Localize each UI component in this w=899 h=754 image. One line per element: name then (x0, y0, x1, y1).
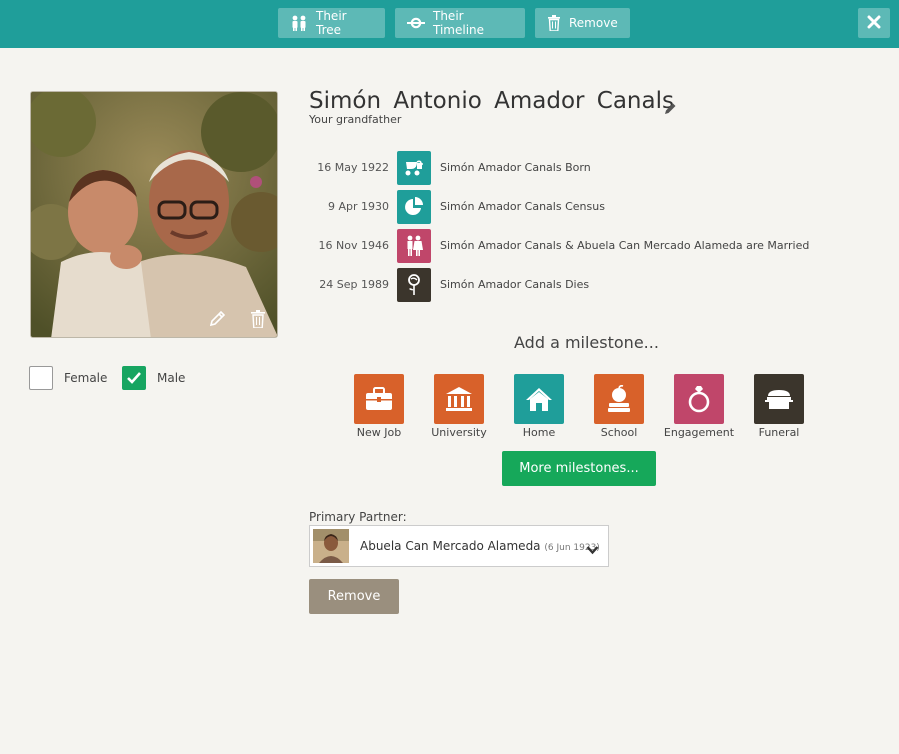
partner-name-text: Abuela Can Mercado Alameda (6 Jun 1923) (360, 539, 600, 553)
more-milestones-button[interactable]: More milestones... (502, 451, 656, 486)
baby-carriage-icon[interactable] (397, 151, 431, 185)
milestone-new-job[interactable]: New Job (339, 374, 419, 439)
milestone-label: Engagement (663, 426, 735, 439)
person-photo[interactable] (30, 91, 278, 338)
female-checkbox[interactable] (29, 366, 53, 390)
their-timeline-label: Their Timeline (433, 9, 485, 37)
edit-name-icon[interactable] (664, 100, 677, 119)
gender-female-option[interactable]: Female (29, 366, 107, 390)
male-checkbox[interactable] (122, 366, 146, 390)
chevron-down-icon (586, 540, 599, 559)
close-icon (867, 14, 881, 33)
family-icon (290, 15, 308, 31)
event-date: 9 Apr 1930 (327, 200, 389, 213)
male-label: Male (157, 371, 186, 385)
top-toolbar: Their Tree Their Timeline Remove (0, 0, 899, 48)
gender-male-option[interactable]: Male (122, 366, 185, 390)
primary-partner-label: Primary Partner: (309, 510, 407, 524)
person-name: Simón Antonio Amador Canals (309, 88, 674, 114)
event-text: Simón Amador Canals Census (440, 200, 605, 213)
their-tree-button[interactable]: Their Tree (278, 8, 385, 38)
timeline-icon (407, 17, 425, 29)
casket-icon (754, 374, 804, 424)
delete-photo-icon[interactable] (250, 310, 266, 332)
partner-avatar (313, 529, 349, 563)
timeline-event[interactable]: 16 May 1922 Simón Amador Canals Born (300, 151, 820, 185)
event-text: Simón Amador Canals Dies (440, 278, 590, 291)
relation-label: Your grandfather (309, 113, 402, 126)
primary-partner-select[interactable]: Abuela Can Mercado Alameda (6 Jun 1923) (309, 525, 609, 567)
milestone-label: Funeral (758, 426, 800, 439)
timeline-event[interactable]: 16 Nov 1946 Simón Amador Canals & Abuela… (300, 229, 820, 263)
milestone-label: New Job (356, 426, 402, 439)
event-date: 24 Sep 1989 (319, 278, 389, 291)
couple-icon[interactable] (397, 229, 431, 263)
remove-label: Remove (569, 16, 618, 30)
event-date: 16 Nov 1946 (318, 239, 389, 252)
milestone-label: Home (522, 426, 556, 439)
edit-photo-icon[interactable] (208, 310, 226, 332)
house-icon (514, 374, 564, 424)
partner-name: Abuela Can Mercado Alameda (360, 539, 541, 553)
milestone-label: School (600, 426, 638, 439)
milestone-university[interactable]: University (419, 374, 499, 439)
female-label: Female (64, 371, 108, 385)
close-button[interactable] (858, 8, 890, 38)
remove-partner-button[interactable]: Remove (309, 579, 399, 614)
milestone-funeral[interactable]: Funeral (739, 374, 819, 439)
their-tree-label: Their Tree (316, 9, 347, 37)
photo-image (31, 92, 277, 337)
milestone-engagement[interactable]: Engagement (659, 374, 739, 439)
event-text: Simón Amador Canals & Abuela Can Mercado… (440, 239, 810, 252)
rose-icon[interactable] (397, 268, 431, 302)
timeline-event[interactable]: 9 Apr 1930 Simón Amador Canals Census (300, 190, 820, 224)
event-text: Simón Amador Canals Born (440, 161, 591, 174)
university-icon (434, 374, 484, 424)
add-milestone-heading: Add a milestone... (514, 333, 659, 352)
trash-icon (547, 15, 561, 31)
timeline-event[interactable]: 24 Sep 1989 Simón Amador Canals Dies (300, 268, 820, 302)
milestone-label: University (431, 426, 487, 439)
pie-chart-icon[interactable] (397, 190, 431, 224)
event-date: 16 May 1922 (317, 161, 389, 174)
remove-person-button[interactable]: Remove (535, 8, 630, 38)
their-timeline-button[interactable]: Their Timeline (395, 8, 525, 38)
milestone-school[interactable]: School (579, 374, 659, 439)
checkmark-icon (127, 372, 141, 384)
ring-icon (674, 374, 724, 424)
briefcase-icon (354, 374, 404, 424)
milestone-home[interactable]: Home (499, 374, 579, 439)
apple-books-icon (594, 374, 644, 424)
